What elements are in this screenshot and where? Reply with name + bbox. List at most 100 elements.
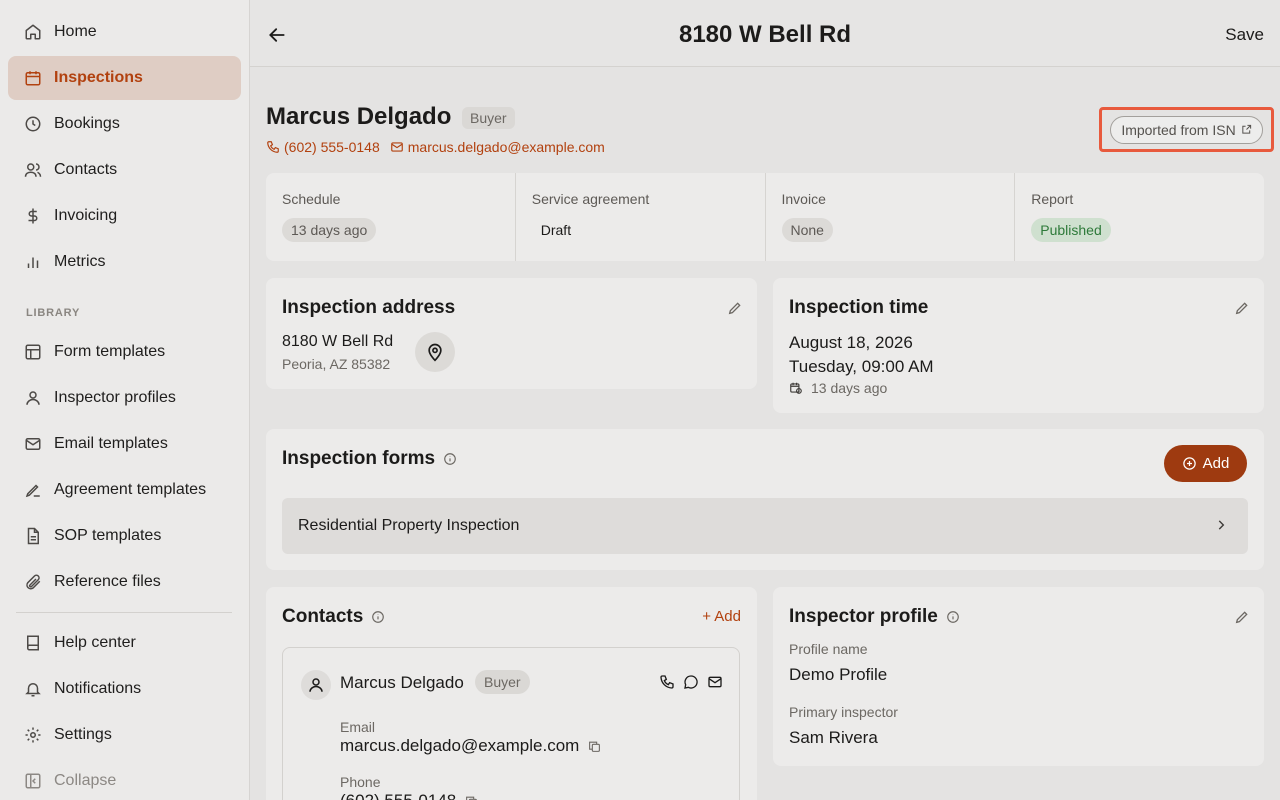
inspection-relative-time: 13 days ago [789, 380, 887, 396]
edit-address-icon[interactable] [727, 300, 743, 316]
status-service-agreement[interactable]: Service agreement Draft [516, 173, 766, 261]
status-label: Invoice [781, 191, 826, 207]
status-label: Service agreement [531, 191, 650, 207]
copy-icon[interactable] [465, 795, 478, 800]
sidebar-item-label: Reference files [54, 573, 161, 590]
contact-entry: Marcus Delgado Buyer Email marcus.delgad… [282, 647, 740, 800]
sidebar-item-label: Agreement templates [54, 481, 207, 498]
import-source-highlight: Imported from ISN [1099, 107, 1274, 152]
sidebar-item-collapse[interactable]: Collapse [8, 759, 241, 800]
sidebar-item-label: Home [54, 23, 97, 40]
contact-email-row: marcus.delgado@example.com [340, 736, 601, 756]
sidebar-item-label: Settings [54, 726, 112, 743]
map-pin-button[interactable] [415, 332, 455, 372]
contact-email-label: Email [340, 719, 376, 735]
sidebar-item-settings[interactable]: Settings [8, 713, 241, 757]
sidebar-item-inspector-profiles[interactable]: Inspector profiles [8, 376, 241, 420]
client-role-badge: Buyer [462, 107, 515, 129]
map-pin-icon [428, 343, 442, 362]
contact-role-badge: Buyer [475, 670, 530, 694]
chevron-right-icon [1218, 520, 1225, 530]
card-title: Inspector profile [789, 606, 960, 628]
users-icon [24, 161, 42, 179]
client-name: Marcus Delgado [266, 103, 452, 130]
sidebar-item-email-templates[interactable]: Email templates [8, 422, 241, 466]
contact-phone-value: (602) 555-0148 [340, 791, 456, 800]
address-line-2: Peoria, AZ 85382 [282, 356, 391, 372]
mail-icon[interactable] [707, 674, 723, 690]
edit-inspector-icon[interactable] [1234, 609, 1250, 625]
status-label: Report [1031, 191, 1074, 207]
sidebar-item-agreement-templates[interactable]: Agreement templates [8, 468, 241, 512]
sidebar-item-notifications[interactable]: Notifications [8, 667, 241, 711]
sidebar-item-label: Bookings [54, 115, 120, 132]
form-list-item[interactable]: Residential Property Inspection [282, 498, 1248, 554]
document-icon [24, 527, 42, 545]
mail-icon [24, 435, 42, 453]
status-schedule[interactable]: Schedule 13 days ago [266, 173, 516, 261]
address-line-1: 8180 W Bell Rd [282, 333, 394, 350]
avatar [301, 670, 331, 700]
bar-chart-icon [24, 253, 42, 271]
add-contact-button[interactable]: + Add [702, 608, 741, 625]
contact-email-value: marcus.delgado@example.com [340, 736, 580, 755]
status-badge: 13 days ago [282, 218, 377, 242]
card-title: Inspection time [789, 297, 929, 318]
client-phone-link[interactable]: (602) 555-0148 [284, 139, 380, 155]
status-summary: Schedule 13 days ago Service agreement D… [266, 173, 1264, 261]
contact-name: Marcus Delgado [340, 673, 464, 692]
contact-phone-row: (602) 555-0148 [340, 791, 478, 800]
sidebar-item-contacts[interactable]: Contacts [8, 148, 241, 192]
sidebar-item-label: Invoicing [54, 207, 118, 224]
imported-from-isn-button[interactable]: Imported from ISN [1110, 115, 1263, 144]
primary-inspector-label: Primary inspector [789, 704, 898, 720]
external-link-icon [1242, 124, 1251, 134]
sidebar-item-home[interactable]: Home [8, 10, 241, 54]
copy-icon[interactable] [588, 740, 601, 753]
save-button[interactable]: Save [1225, 25, 1264, 45]
plus-circle-icon [1182, 457, 1196, 470]
sidebar-item-reference-files[interactable]: Reference files [8, 560, 241, 604]
calendar-clock-icon [790, 382, 802, 394]
relative-time-text: 13 days ago [811, 380, 888, 396]
message-icon[interactable] [683, 674, 699, 690]
library-section-label: LIBRARY [26, 307, 81, 319]
user-icon [309, 678, 323, 692]
form-name: Residential Property Inspection [298, 517, 520, 534]
client-email-link[interactable]: marcus.delgado@example.com [408, 139, 605, 155]
status-invoice[interactable]: Invoice None [766, 173, 1016, 261]
book-icon [24, 634, 42, 652]
status-badge: Published [1031, 218, 1111, 242]
page-title: 8180 W Bell Rd [678, 21, 852, 48]
sidebar-item-inspections[interactable]: Inspections [8, 56, 241, 100]
sidebar-item-metrics[interactable]: Metrics [8, 240, 241, 284]
status-label: Schedule [282, 191, 341, 207]
sidebar-item-bookings[interactable]: Bookings [8, 102, 241, 146]
home-icon [24, 23, 42, 41]
bell-icon [24, 680, 42, 698]
contact-phone-label: Phone [340, 774, 381, 790]
imported-from-isn-label: Imported from ISN [1121, 121, 1236, 138]
card-title: Inspection address [282, 297, 456, 318]
sidebar-item-help-center[interactable]: Help center [8, 621, 241, 665]
dollar-icon [24, 207, 42, 225]
status-report[interactable]: Report Published [1015, 173, 1264, 261]
add-form-button[interactable]: Add [1164, 445, 1247, 482]
sidebar-item-label: Help center [54, 634, 136, 651]
info-icon[interactable] [946, 610, 960, 624]
sidebar-divider [16, 612, 232, 613]
gear-icon [24, 726, 42, 744]
edit-time-icon[interactable] [1234, 300, 1250, 316]
sidebar-item-invoicing[interactable]: Invoicing [8, 194, 241, 238]
card-title: Inspection forms [282, 448, 457, 470]
phone-icon[interactable] [659, 674, 675, 690]
sidebar-item-sop-templates[interactable]: SOP templates [8, 514, 241, 558]
profile-name-value: Demo Profile [789, 665, 888, 684]
status-badge: None [781, 218, 833, 242]
info-icon[interactable] [371, 610, 385, 624]
signature-icon [24, 481, 42, 499]
info-icon[interactable] [443, 452, 457, 466]
sidebar-item-label: Contacts [54, 161, 118, 178]
sidebar-item-form-templates[interactable]: Form templates [8, 330, 241, 374]
status-badge: Draft [540, 222, 572, 238]
